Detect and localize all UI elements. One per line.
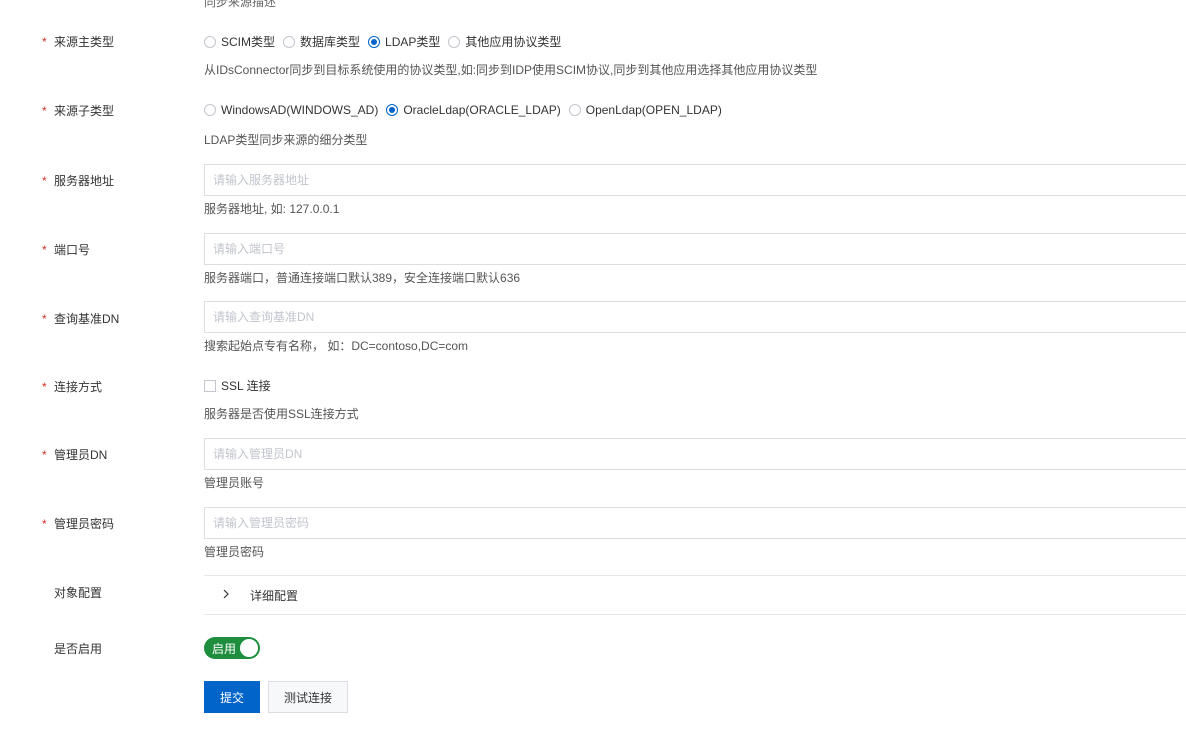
source-main-type-label: * 来源主类型 xyxy=(42,35,115,49)
radio-oracle-ldap[interactable]: OracleLdap(ORACLE_LDAP) xyxy=(386,103,561,117)
admin-password-label: * 管理员密码 xyxy=(42,517,115,531)
source-main-type-help: 从IDsConnector同步到目标系统使用的协议类型,如:同步到IDP使用SC… xyxy=(204,63,818,77)
admin-dn-input[interactable] xyxy=(204,438,1186,470)
required-star: * xyxy=(42,35,47,49)
base-dn-help: 搜索起始点专有名称， 如：DC=contoso,DC=com xyxy=(204,339,469,353)
connection-method-label: * 连接方式 xyxy=(42,380,103,394)
test-connection-button[interactable]: 测试连接 xyxy=(268,681,348,713)
server-address-input[interactable] xyxy=(204,164,1186,196)
source-sub-type-label: * 来源子类型 xyxy=(42,104,115,118)
radio-circle-checked xyxy=(368,35,381,48)
radio-windows-ad[interactable]: WindowsAD(WINDOWS_AD) xyxy=(204,103,378,117)
source-main-type-radio-group: SCIM类型 数据库类型 LDAP类型 其他应用协议类型 xyxy=(204,33,569,50)
source-description-help: 同步来源描述 xyxy=(204,0,277,9)
switch-text: 启用 xyxy=(212,641,237,656)
base-dn-label: * 查询基准DN xyxy=(42,312,120,326)
enabled-label: 是否启用 xyxy=(54,642,103,656)
port-input[interactable] xyxy=(204,233,1186,265)
radio-open-ldap[interactable]: OpenLdap(OPEN_LDAP) xyxy=(568,103,722,117)
ssl-checkbox[interactable]: SSL 连接 xyxy=(204,377,271,394)
radio-circle-checked xyxy=(386,104,399,116)
radio-ldap[interactable]: LDAP类型 xyxy=(368,33,440,50)
checkbox-box xyxy=(204,379,216,392)
required-star: * xyxy=(42,104,47,118)
port-help: 服务器端口，普通连接端口默认389，安全连接端口默认636 xyxy=(204,271,521,285)
connection-method-help: 服务器是否使用SSL连接方式 xyxy=(204,407,359,421)
admin-password-input[interactable] xyxy=(204,507,1186,539)
required-star: * xyxy=(42,517,47,531)
radio-other-protocol[interactable]: 其他应用协议类型 xyxy=(448,33,561,50)
radio-circle xyxy=(283,35,296,48)
submit-button[interactable]: 提交 xyxy=(204,681,260,713)
admin-dn-help: 管理员账号 xyxy=(204,476,265,490)
required-star: * xyxy=(42,448,47,462)
chevron-right-icon xyxy=(222,588,232,602)
source-sub-type-help: LDAP类型同步来源的细分类型 xyxy=(204,133,368,147)
detailed-config-title: 详细配置 xyxy=(250,588,299,603)
required-star: * xyxy=(42,312,47,326)
switch-knob xyxy=(240,639,258,657)
detailed-config-collapse[interactable]: 详细配置 xyxy=(204,575,1186,615)
source-sub-type-radio-group: WindowsAD(WINDOWS_AD) OracleLdap(ORACLE_… xyxy=(204,103,730,117)
server-address-help: 服务器地址, 如: 127.0.0.1 xyxy=(204,202,340,216)
radio-database[interactable]: 数据库类型 xyxy=(283,33,360,50)
radio-circle xyxy=(448,35,461,48)
enabled-switch[interactable]: 启用 xyxy=(204,637,260,659)
admin-dn-label: * 管理员DN xyxy=(42,448,108,462)
radio-circle xyxy=(568,104,581,116)
radio-scim[interactable]: SCIM类型 xyxy=(204,33,275,50)
admin-password-help: 管理员密码 xyxy=(204,545,265,559)
radio-circle xyxy=(204,104,216,116)
radio-circle xyxy=(204,35,216,48)
port-label: * 端口号 xyxy=(42,243,91,257)
required-star: * xyxy=(42,174,47,188)
required-star: * xyxy=(42,380,47,394)
required-star: * xyxy=(42,243,47,257)
base-dn-input[interactable] xyxy=(204,301,1186,333)
object-config-label: 对象配置 xyxy=(54,586,103,600)
server-address-label: * 服务器地址 xyxy=(42,174,115,188)
